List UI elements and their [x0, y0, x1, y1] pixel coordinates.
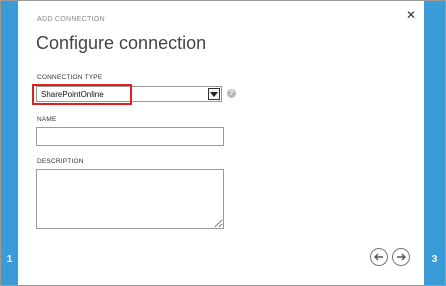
next-button[interactable] — [392, 248, 410, 266]
description-field[interactable] — [36, 169, 224, 229]
dialog-kicker: ADD CONNECTION — [37, 16, 105, 23]
connection-type-value: SharePointOnline — [41, 90, 104, 99]
arrow-right-icon — [397, 253, 406, 261]
connection-type-select[interactable]: SharePointOnline — [36, 86, 222, 102]
connection-type-label: CONNECTION TYPE — [37, 74, 103, 81]
name-field[interactable] — [36, 127, 224, 146]
help-icon[interactable]: ? — [227, 89, 236, 98]
chevron-down-icon — [208, 88, 220, 100]
right-step-number: 3 — [431, 254, 438, 265]
description-label: DESCRIPTION — [37, 158, 84, 165]
name-label: NAME — [37, 116, 57, 123]
arrow-left-icon — [374, 253, 383, 261]
back-button[interactable] — [370, 248, 388, 266]
page-title: Configure connection — [36, 33, 207, 53]
left-step-number: 1 — [6, 254, 13, 265]
left-step-rail: 1 — [1, 1, 18, 285]
close-icon[interactable]: ✕ — [404, 8, 418, 22]
right-step-rail: 3 — [424, 1, 445, 285]
